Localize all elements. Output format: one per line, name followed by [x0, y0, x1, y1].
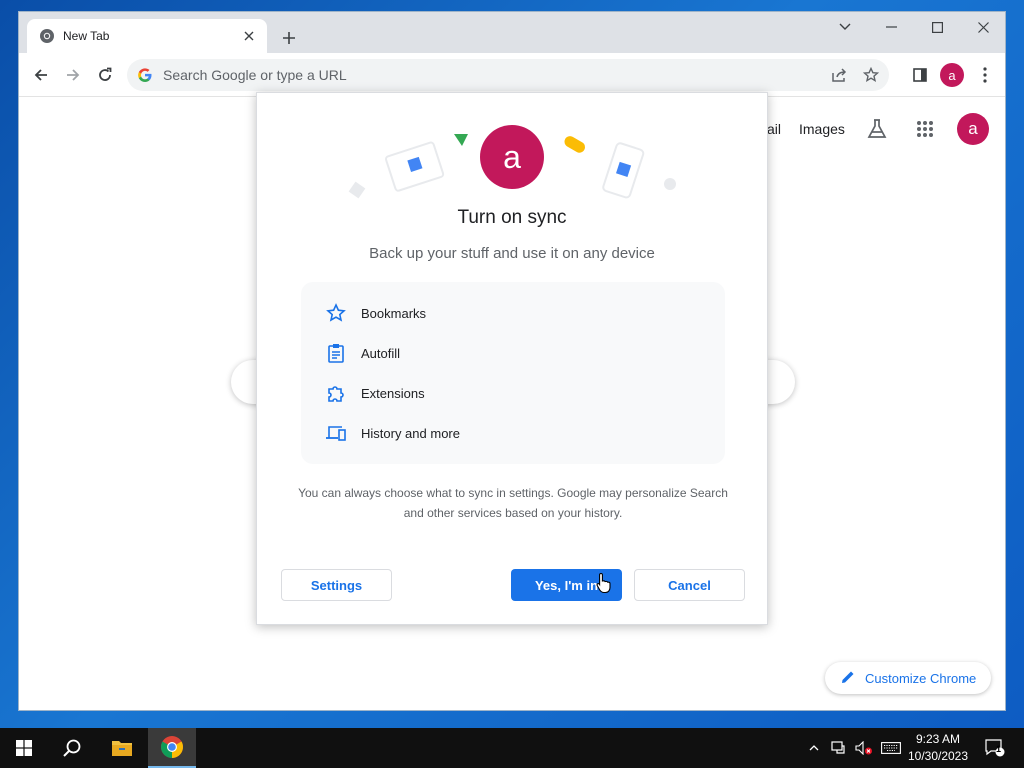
settings-button[interactable]: Settings: [281, 569, 392, 601]
desktop: New Tab Search Google or type a URL a ai…: [0, 0, 1024, 728]
profile-avatar-button[interactable]: a: [940, 63, 964, 87]
minimize-button[interactable]: [868, 12, 914, 42]
list-item: Bookmarks: [325, 301, 426, 325]
taskbar-clock[interactable]: 9:23 AM 10/30/2023: [905, 731, 971, 765]
tab-title: New Tab: [63, 29, 110, 43]
network-icon[interactable]: [828, 728, 850, 768]
volume-muted-icon[interactable]: [852, 728, 876, 768]
forward-button[interactable]: [59, 61, 87, 89]
back-button[interactable]: [27, 61, 55, 89]
new-tab-button[interactable]: [277, 26, 301, 50]
list-item: Extensions: [325, 381, 425, 405]
list-item: History and more: [325, 421, 460, 445]
customize-chrome-label: Customize Chrome: [865, 670, 977, 686]
feature-label: Autofill: [361, 345, 401, 361]
hand-cursor-icon: [596, 572, 611, 594]
windows-logo-icon: [16, 740, 32, 756]
folder-icon: [112, 741, 132, 756]
clipboard-icon: [325, 342, 347, 364]
sync-features-list: Bookmarks Autofill Extensions History an…: [301, 282, 725, 464]
chrome-taskbar-button[interactable]: [148, 728, 196, 768]
google-g-icon: [137, 67, 153, 83]
sync-account-avatar: a: [480, 125, 544, 189]
dialog-subtitle: Back up your stuff and use it on any dev…: [369, 245, 655, 262]
action-center-button[interactable]: 1: [980, 728, 1010, 768]
labs-flask-icon[interactable]: [863, 115, 891, 143]
taskbar-search-button[interactable]: [48, 728, 96, 768]
images-link[interactable]: Images: [799, 121, 845, 137]
share-icon[interactable]: [825, 61, 853, 89]
gmail-link[interactable]: ail: [767, 121, 781, 137]
chrome-menu-button[interactable]: [971, 61, 999, 89]
chrome-logo-icon: [161, 736, 183, 758]
notification-count-badge: 1: [996, 744, 1002, 754]
show-hidden-icons-chevron-icon[interactable]: [804, 728, 824, 768]
search-icon: [63, 739, 81, 757]
windows-start-button[interactable]: [0, 728, 48, 768]
keyboard-icon[interactable]: [878, 728, 904, 768]
clock-date: 10/30/2023: [907, 749, 969, 763]
feature-label: Bookmarks: [361, 305, 427, 321]
tab-new-tab[interactable]: New Tab: [27, 19, 267, 53]
dialog-disclaimer: You can always choose what to sync in se…: [298, 486, 728, 520]
file-explorer-button[interactable]: [98, 728, 146, 768]
cancel-button[interactable]: Cancel: [634, 569, 745, 601]
star-icon: [325, 302, 347, 324]
side-panel-button[interactable]: [906, 61, 934, 89]
title-bar: New Tab: [19, 12, 1005, 53]
windows-taskbar: 9:23 AM 10/30/2023 1: [0, 728, 1024, 768]
chrome-favicon-icon: [39, 28, 55, 44]
puzzle-icon: [325, 382, 347, 404]
ntp-profile-avatar[interactable]: a: [957, 113, 989, 145]
reload-button[interactable]: [91, 61, 119, 89]
feature-label: History and more: [361, 425, 460, 441]
apps-grid-icon[interactable]: [911, 115, 939, 143]
devices-icon: [325, 422, 347, 444]
turn-on-sync-dialog: a Turn on sync Back up your stuff and us…: [256, 92, 768, 625]
browser-toolbar: Search Google or type a URL a: [19, 53, 1005, 97]
pencil-icon: [841, 670, 857, 686]
customize-chrome-button[interactable]: Customize Chrome: [825, 662, 991, 694]
feature-label: Extensions: [361, 385, 425, 401]
clock-time: 9:23 AM: [915, 732, 961, 746]
close-window-button[interactable]: [960, 12, 1005, 42]
dialog-title: Turn on sync: [457, 207, 567, 228]
bookmark-star-icon[interactable]: [857, 61, 885, 89]
omnibox[interactable]: Search Google or type a URL: [127, 59, 889, 91]
notification-icon: [985, 739, 1005, 757]
omnibox-placeholder: Search Google or type a URL: [163, 67, 347, 83]
close-tab-icon[interactable]: [241, 28, 257, 44]
list-item: Autofill: [325, 341, 400, 365]
tab-search-chevron-icon[interactable]: [822, 12, 868, 42]
maximize-button[interactable]: [914, 12, 960, 42]
